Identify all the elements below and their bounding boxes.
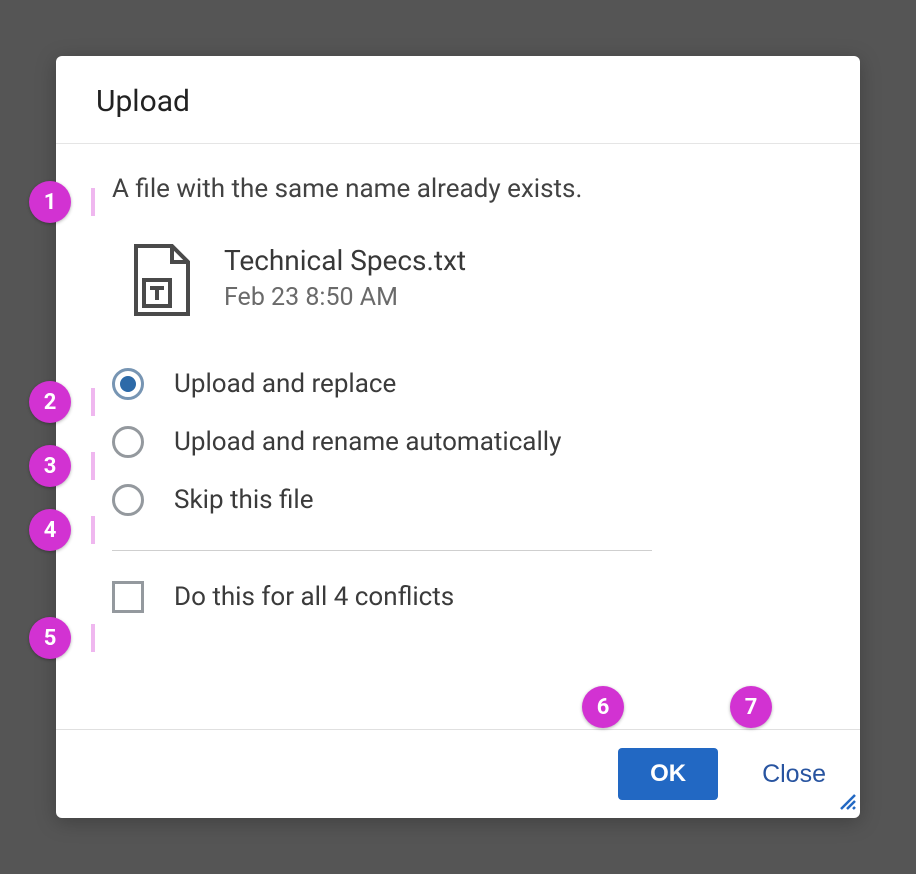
- resize-handle-icon[interactable]: [839, 793, 857, 815]
- option-label: Upload and replace: [174, 369, 396, 399]
- file-name: Technical Specs.txt: [224, 244, 466, 277]
- annotation-marker-6: 6: [582, 686, 624, 728]
- annotation-tick: [91, 624, 95, 652]
- annotation-tick: [91, 516, 95, 544]
- annotation-marker-3: 3: [29, 445, 71, 487]
- option-upload-replace[interactable]: Upload and replace: [112, 368, 812, 400]
- option-skip-file[interactable]: Skip this file: [112, 484, 812, 516]
- radio-icon: [112, 426, 144, 458]
- checkbox-icon: [112, 581, 144, 613]
- conflict-options: Upload and replace Upload and rename aut…: [112, 368, 812, 516]
- text-file-icon: [132, 244, 192, 320]
- annotation-tick: [91, 452, 95, 480]
- annotation-marker-4: 4: [29, 509, 71, 551]
- divider: [112, 550, 652, 551]
- dialog-header: Upload: [56, 56, 860, 144]
- file-date: Feb 23 8:50 AM: [224, 283, 466, 312]
- conflict-message: A file with the same name already exists…: [112, 174, 812, 204]
- close-button[interactable]: Close: [756, 752, 832, 797]
- annotation-tick: [91, 188, 95, 216]
- radio-icon: [112, 484, 144, 516]
- dialog-body: A file with the same name already exists…: [56, 144, 860, 729]
- file-info: Technical Specs.txt Feb 23 8:50 AM: [132, 244, 812, 320]
- apply-all-checkbox[interactable]: Do this for all 4 conflicts: [112, 581, 812, 613]
- option-label: Upload and rename automatically: [174, 427, 561, 457]
- annotation-marker-5: 5: [29, 617, 71, 659]
- annotation-tick: [91, 388, 95, 416]
- ok-button[interactable]: OK: [618, 748, 718, 800]
- dialog-footer: OK Close: [56, 729, 860, 818]
- apply-all-label: Do this for all 4 conflicts: [174, 582, 454, 612]
- file-details: Technical Specs.txt Feb 23 8:50 AM: [224, 244, 466, 312]
- annotation-marker-2: 2: [29, 381, 71, 423]
- option-upload-rename[interactable]: Upload and rename automatically: [112, 426, 812, 458]
- dialog-title: Upload: [96, 84, 820, 119]
- radio-icon: [112, 368, 144, 400]
- option-label: Skip this file: [174, 485, 314, 515]
- annotation-marker-1: 1: [29, 181, 71, 223]
- annotation-marker-7: 7: [730, 686, 772, 728]
